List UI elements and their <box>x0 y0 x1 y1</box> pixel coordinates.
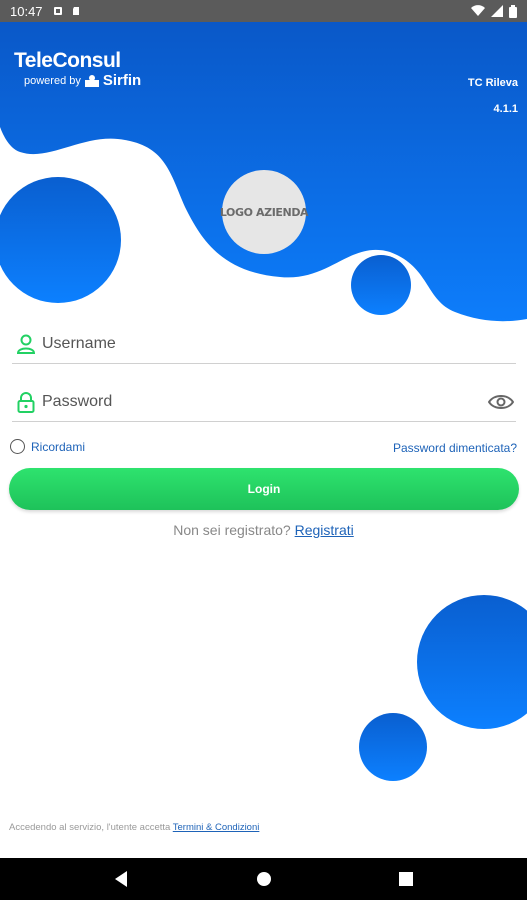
terms-text: Accedendo al servizio, l'utente accetta <box>9 822 171 833</box>
username-field <box>12 324 516 364</box>
register-prompt: Non sei registrato? <box>173 522 291 538</box>
app-version: 4.1.1 <box>493 103 518 115</box>
status-time: 10:47 <box>10 3 43 19</box>
home-icon[interactable] <box>256 870 272 888</box>
decor-circle-bottom-small <box>359 713 427 781</box>
login-button[interactable]: Login <box>9 468 519 510</box>
brand-name: TeleConsul <box>14 49 121 72</box>
forgot-password-link[interactable]: Password dimenticata? <box>393 441 517 455</box>
register-line: Non sei registrato? Registrati <box>0 522 527 538</box>
username-input[interactable] <box>42 334 516 353</box>
login-screen: TeleConsul powered by Sirfin TC Rileva 4… <box>0 22 527 858</box>
navigation-bar <box>0 858 527 900</box>
powered-by-text: powered by <box>24 74 81 87</box>
brand-subline: powered by Sirfin <box>24 72 141 89</box>
signal-icon <box>491 5 503 17</box>
back-icon[interactable] <box>113 870 129 888</box>
app-name: TC Rileva <box>467 77 518 89</box>
remember-label: Ricordami <box>31 439 86 454</box>
terms-footer: Accedendo al servizio, l'utente accetta … <box>9 822 259 833</box>
notification-icon <box>53 7 62 15</box>
remember-me[interactable]: Ricordami <box>10 439 85 454</box>
brand-logo: TeleConsul powered by Sirfin <box>14 49 141 90</box>
app-info: TC Rileva 4.1.1 <box>468 70 518 122</box>
password-field <box>12 382 516 422</box>
decor-circle-left <box>0 177 121 303</box>
sd-card-icon <box>72 7 79 15</box>
recents-icon[interactable] <box>398 870 414 888</box>
eye-icon[interactable] <box>488 391 514 413</box>
password-input[interactable] <box>42 392 488 411</box>
decor-circle-bottom-right <box>417 595 527 729</box>
partner-name: Sirfin <box>102 72 142 89</box>
user-icon <box>16 334 36 354</box>
wifi-icon <box>471 5 485 17</box>
decor-circle-small-top <box>351 255 411 315</box>
status-bar: 10:47 <box>0 0 527 22</box>
company-logo-text: LOGO AZIENDA <box>219 205 309 219</box>
remember-radio[interactable] <box>10 439 25 454</box>
register-link[interactable]: Registrati <box>295 522 354 538</box>
lock-icon <box>17 391 35 413</box>
sirfin-logo-icon <box>84 74 99 87</box>
terms-link[interactable]: Termini & Condizioni <box>173 822 260 833</box>
company-logo-placeholder: LOGO AZIENDA <box>219 170 309 254</box>
battery-icon <box>509 4 517 18</box>
